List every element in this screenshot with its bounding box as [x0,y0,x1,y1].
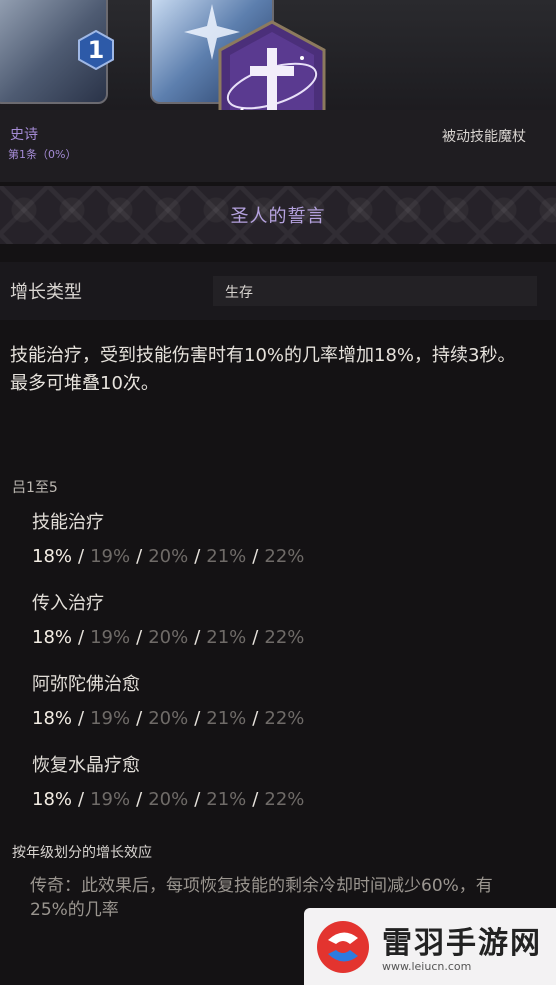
value-separator: / [194,627,201,648]
value-separator: / [136,708,143,729]
level-badge-text: 1 [87,36,105,64]
stat-value-tier2: 19% [90,708,131,729]
site-logo-icon [317,921,369,973]
stat-value-tier2: 19% [90,789,131,810]
value-separator: / [78,546,85,567]
stat-value-tier4: 21% [206,708,247,729]
stat-value-tier4: 21% [206,789,247,810]
page-title: 圣人的誓言 [230,206,326,227]
stat-value-tier1: 18% [32,708,73,729]
left-skill-tile[interactable]: 1 [0,0,114,104]
stat-value-tier3: 20% [148,708,189,729]
stat-value-tier5: 22% [264,627,305,648]
stat-values: 18%/19%/20%/21%/22% [32,627,304,648]
stat-name: 恢复水晶疗愈 [32,755,140,776]
item-header: 史诗 第1条（0%） 被动技能魔杖 [0,110,556,182]
stat-name: 技能治疗 [32,512,104,533]
stat-value-tier1: 18% [32,789,73,810]
site-watermark: 雷羽手游网 www.leiucn.com [304,908,556,985]
title-banner: 圣人的誓言 [0,186,556,244]
value-separator: / [136,789,143,810]
value-separator: / [78,789,85,810]
item-type-label: 被动技能魔杖 [442,129,526,145]
value-separator: / [252,546,259,567]
stat-value-tier2: 19% [90,627,131,648]
growth-type-value: 生存 [225,285,253,301]
value-separator: / [252,627,259,648]
value-separator: / [136,546,143,567]
stat-crystal-healing: 恢复水晶疗愈 18%/19%/20%/21%/22% [32,751,304,810]
stat-value-tier1: 18% [32,627,73,648]
stat-value-tier4: 21% [206,546,247,567]
value-separator: / [78,708,85,729]
value-separator: / [252,708,259,729]
value-separator: / [136,627,143,648]
stat-value-tier2: 19% [90,546,131,567]
stat-value-tier5: 22% [264,546,305,567]
stat-value-tier3: 20% [148,627,189,648]
growth-type-row: 增长类型 生存 [0,262,556,320]
value-separator: / [194,546,201,567]
stat-name: 阿弥陀佛治愈 [32,674,140,695]
rarity-progress: 第1条（0%） [8,148,77,161]
stat-incoming-healing: 传入治疗 18%/19%/20%/21%/22% [32,589,304,648]
stat-amitabha-healing: 阿弥陀佛治愈 18%/19%/20%/21%/22% [32,670,304,729]
stat-name: 传入治疗 [32,593,104,614]
stat-skill-healing: 技能治疗 18%/19%/20%/21%/22% [32,508,304,567]
stat-value-tier4: 21% [206,627,247,648]
stat-value-tier1: 18% [32,546,73,567]
growth-effect-label: 按年级划分的增长效应 [12,845,152,861]
stat-values: 18%/19%/20%/21%/22% [32,708,304,729]
watermark-title: 雷羽手游网 [382,926,542,961]
stat-value-tier3: 20% [148,789,189,810]
stat-value-tier5: 22% [264,789,305,810]
level-badge: 1 [76,30,116,70]
effect-description: 技能治疗，受到技能伤害时有10%的几率增加18%，持续3秒。最多可堆叠10次。 [10,345,516,394]
value-separator: / [252,789,259,810]
growth-type-label: 增长类型 [10,282,82,303]
stat-value-tier5: 22% [264,708,305,729]
growth-type-field: 生存 [213,276,537,306]
value-separator: / [194,789,201,810]
stat-value-tier3: 20% [148,546,189,567]
stat-values: 18%/19%/20%/21%/22% [32,789,304,810]
watermark-url: www.leiucn.com [382,960,472,973]
stat-values: 18%/19%/20%/21%/22% [32,546,304,567]
rarity-label: 史诗 [10,127,38,143]
value-separator: / [194,708,201,729]
value-separator: / [78,627,85,648]
level-range-label: 吕1至5 [12,480,58,496]
